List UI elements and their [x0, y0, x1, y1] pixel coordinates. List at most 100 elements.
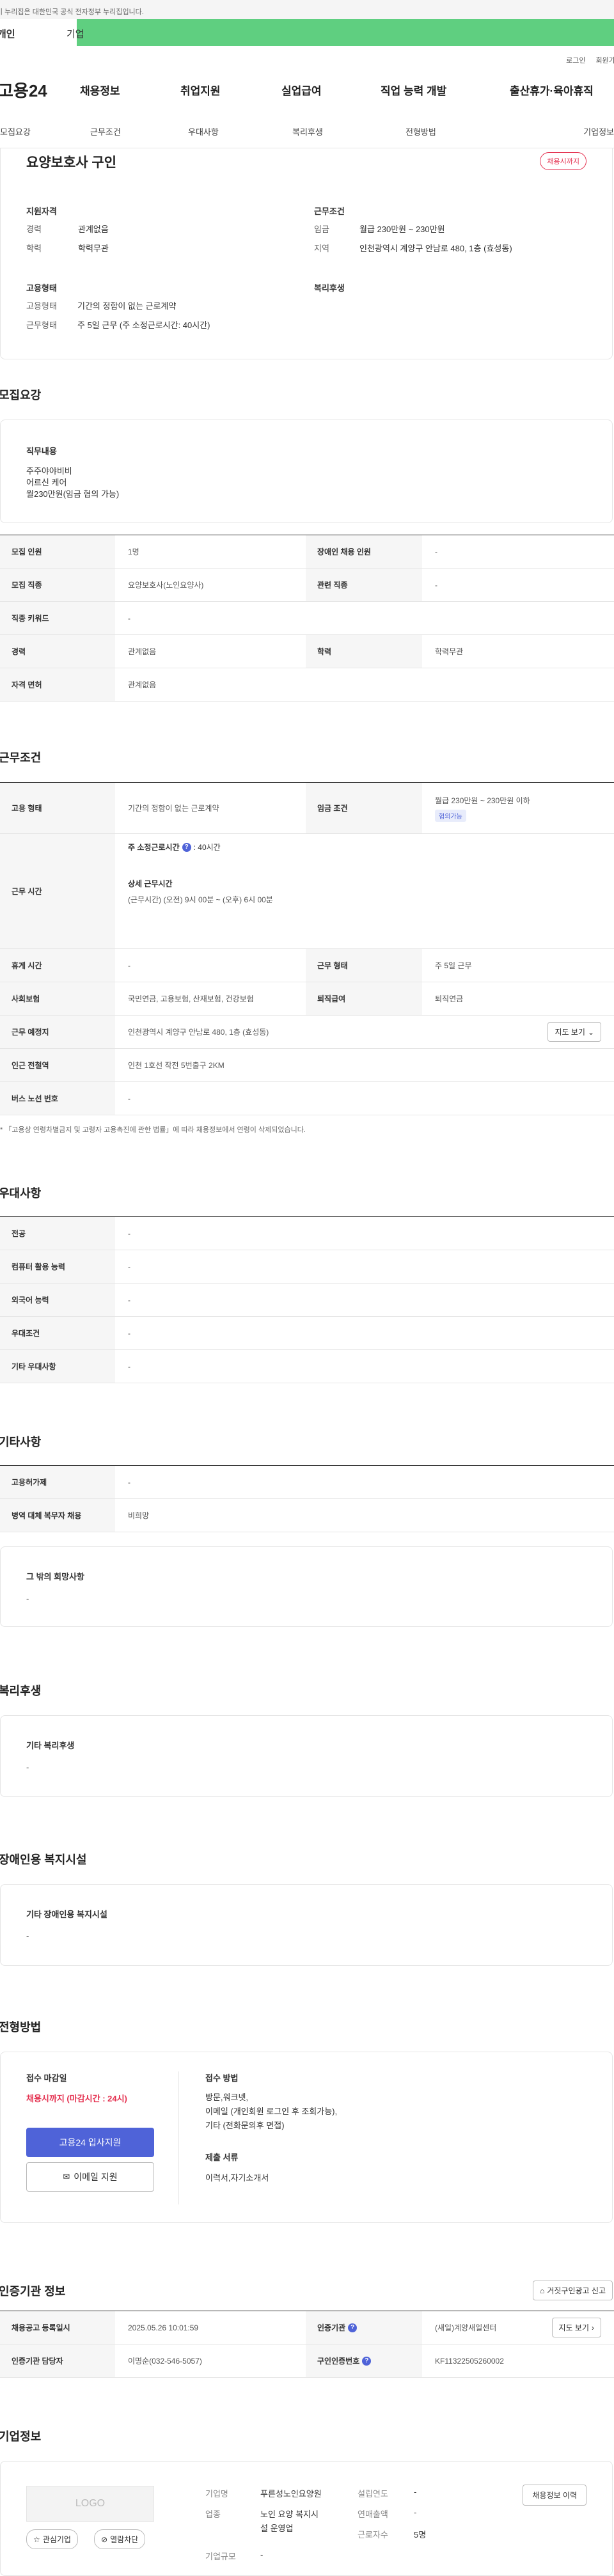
- info-icon[interactable]: ?: [182, 842, 191, 852]
- row-value: 비희망: [128, 1511, 150, 1520]
- row-value: 인천 1호선 작전 5번출구 2KM: [128, 1061, 224, 1070]
- lnb-pref[interactable]: 우대사항: [180, 125, 278, 137]
- duty-line: 어르신 케어: [26, 478, 67, 487]
- block-label: 열람차단: [110, 2535, 139, 2544]
- row-value: 주 5일 근무: [435, 961, 472, 970]
- join-link[interactable]: 회원가입: [596, 55, 614, 65]
- mail-icon: ✉: [63, 2172, 70, 2181]
- tab-individual[interactable]: 개인: [0, 19, 77, 46]
- gnb-employment-support[interactable]: 취업지원: [180, 82, 281, 98]
- lnb-company[interactable]: 기업정보: [496, 125, 614, 137]
- row-key: 고용 형태: [0, 783, 115, 833]
- duty-card: 직무내용 주주야야비비 어르신 케어 월230만원(임금 협의 가능): [0, 420, 613, 523]
- method-list: 방문,워크넷, 이메일 (개인회원 로그인 후 조회가능), 기타 (전화문의후…: [205, 2091, 337, 2133]
- email-apply-button[interactable]: ✉ 이메일 지원: [26, 2162, 154, 2192]
- row-key: 관련 직종: [306, 569, 422, 601]
- row-value: KF11322505260002: [435, 2356, 504, 2366]
- info-icon[interactable]: ?: [348, 2323, 358, 2332]
- row-value: (새일)계양새일센터 지도 보기 ›: [422, 2311, 614, 2344]
- emp-work-value: 주 5일 근무 (주 소정근로시간: 40시간): [77, 320, 210, 330]
- work-table: 고용 형태 기간의 정함이 없는 근로계약 임금 조건 월급 230만원 ~ 230만…: [0, 782, 614, 1115]
- company-name-key: 기업명: [205, 2489, 228, 2499]
- method-heading: 접수 방법: [205, 2073, 239, 2083]
- map-button[interactable]: 지도 보기 ⌄: [547, 1022, 601, 1042]
- row-value: -: [128, 613, 130, 623]
- gnb-leave[interactable]: 출산휴가·육아휴직: [510, 82, 594, 98]
- apply-button-label: 고용24 입사지원: [59, 2137, 122, 2148]
- row-value: 1명: [128, 547, 139, 556]
- row-key: 외국어 능력: [0, 1284, 115, 1316]
- favorite-button[interactable]: ☆ 관심기업: [26, 2529, 78, 2549]
- duty-line: 주주야야비비: [26, 466, 72, 476]
- agency-header: 인증기관 정보 ⌂ 거짓구인광고 신고: [0, 2281, 614, 2300]
- row-key: 인증기관?: [306, 2311, 422, 2344]
- company-year-key: 설립연도: [358, 2489, 388, 2499]
- chevron-right-icon: ›: [592, 2323, 594, 2332]
- etc-table: 고용허가제 - 병역 대체 복무자 채용 비희망: [0, 1465, 614, 1532]
- row-key: 장애인 채용 인원: [306, 535, 422, 568]
- row-key: 임금 조건: [306, 783, 422, 833]
- gnb-jobs[interactable]: 채용정보: [80, 82, 180, 98]
- cert-key-label: 인증기관: [317, 2323, 346, 2332]
- company-size-key: 기업규모: [205, 2552, 236, 2561]
- lnb-recruit[interactable]: 모집요강: [0, 125, 90, 137]
- age-note: * 「고용상 연령차별금지 및 고령자 고용촉진에 관한 법률」에 따라 채용정…: [0, 1126, 306, 1134]
- report-button[interactable]: ⌂ 거짓구인광고 신고: [533, 2281, 613, 2300]
- disabled-heading: 장애인용 복지시설: [0, 1853, 87, 1866]
- lnb-welfare[interactable]: 복리후생: [278, 125, 382, 137]
- company-staff-key: 근로자수: [358, 2530, 388, 2540]
- row-value: 기간의 정함이 없는 근로계약: [128, 804, 219, 813]
- row-key: 경력: [0, 635, 115, 668]
- tab-business[interactable]: 기업: [67, 19, 614, 46]
- gnb-unemployment[interactable]: 실업급여: [281, 82, 381, 98]
- block-button[interactable]: ⊘ 열람차단: [94, 2529, 146, 2549]
- qual-list: 경력 관계없음 학력 학력무관: [26, 220, 109, 258]
- row-key: 인근 전철역: [0, 1049, 115, 1081]
- email-apply-label: 이메일 지원: [74, 2172, 118, 2182]
- gnb-training[interactable]: 직업 능력 개발: [381, 82, 510, 98]
- recruit-heading: 모집요강: [0, 389, 42, 402]
- row-value: 이명순(032-546-5057): [128, 2357, 202, 2366]
- row-key: 병역 대체 복무자 채용: [0, 1499, 115, 1532]
- row-key: 휴게 시간: [0, 949, 115, 982]
- duty-line: 월230만원(임금 협의 가능): [26, 489, 120, 499]
- company-logo: LOGO: [26, 2486, 154, 2522]
- agency-table: 채용공고 등록일시 2025.05.26 10:01:59 인증기관? (새일)계양새…: [0, 2311, 614, 2378]
- cond-wage-value: 월급 230만원 ~ 230만원: [359, 224, 445, 234]
- row-value: 2025.05.26 10:01:59: [128, 2323, 199, 2332]
- global-nav: 고용24 채용정보 취업지원 실업급여 직업 능력 개발 출산휴가·육아휴직: [0, 64, 614, 115]
- row-value: -: [128, 1295, 130, 1305]
- lnb-work[interactable]: 근무조건: [90, 125, 180, 137]
- company-logo-text: LOGO: [75, 2498, 106, 2509]
- place-value: 인천광역시 계양구 안남로 480, 1층 (효성동): [128, 1028, 269, 1037]
- row-key: 퇴직급여: [306, 982, 422, 1015]
- company-sales-value: -: [414, 2508, 417, 2517]
- emp-heading: 고용형태: [26, 283, 57, 293]
- apply-button[interactable]: 고용24 입사지원: [26, 2128, 154, 2157]
- history-button[interactable]: 채용정보 이력: [523, 2485, 586, 2506]
- gov-banner: 이 누리집은 대한민국 공식 전자정부 누리집입니다.: [0, 0, 614, 19]
- lnb-selection[interactable]: 전형방법: [382, 125, 496, 137]
- agency-map-button[interactable]: 지도 보기 ›: [551, 2318, 601, 2337]
- row-key: 전공: [0, 1217, 115, 1250]
- job-title: 요양보호사 구인: [26, 155, 117, 170]
- row-value: 인천광역시 계양구 안남로 480, 1층 (효성동) 지도 보기 ⌄: [115, 1016, 614, 1048]
- login-link[interactable]: 로그인: [566, 55, 585, 65]
- company-card: LOGO ☆ 관심기업 ⊘ 열람차단 기업명 푸른성노인요양원 설립연도 - 업종 …: [0, 2461, 613, 2576]
- row-key: 근무 형태: [306, 949, 422, 982]
- qual-edu-key: 학력: [26, 244, 42, 253]
- wage-cell: 월급 230만원 ~ 230만원 이하 협의가능: [422, 783, 614, 833]
- disabled-card: 기타 장애인용 복지시설 -: [0, 1884, 613, 1966]
- etc-heading: 기타사항: [0, 1436, 42, 1449]
- tab-individual-label: 개인: [0, 29, 15, 40]
- qual-heading: 지원자격: [26, 207, 57, 216]
- cond-list: 임금 월급 230만원 ~ 230만원 지역 인천광역시 계양구 안남로 480, …: [314, 220, 512, 258]
- row-value: 관계없음: [128, 647, 157, 656]
- pref-table: 전공 - 컴퓨터 활용 능력 - 외국어 능력 - 우대조건 - 기타 우대사항 -: [0, 1216, 614, 1383]
- site-logo[interactable]: 고용24: [0, 78, 80, 102]
- info-icon[interactable]: ?: [362, 2356, 372, 2366]
- emp-work-key: 근무형태: [26, 320, 57, 330]
- company-biz-line: 설 운영업: [260, 2524, 294, 2533]
- agency-heading: 인증기관 정보: [0, 2284, 66, 2298]
- deadline-value: 채용시까지 (마감시간 : 24시): [26, 2094, 127, 2103]
